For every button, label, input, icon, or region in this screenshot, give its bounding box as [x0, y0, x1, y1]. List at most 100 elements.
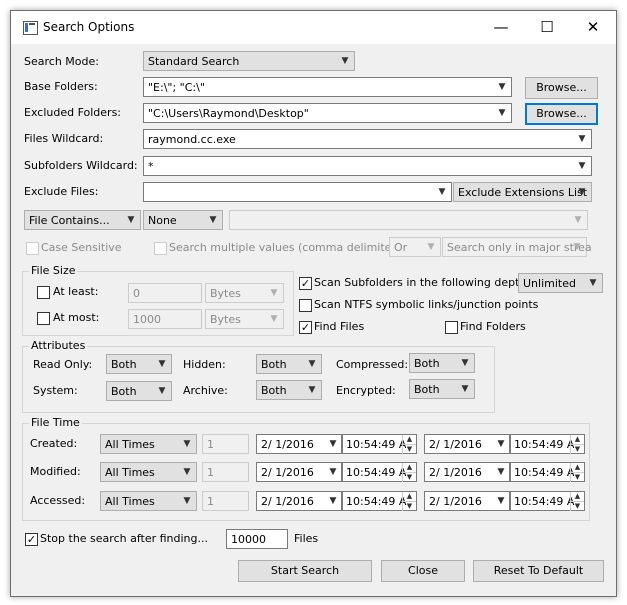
archive-label: Archive: — [183, 384, 228, 397]
scan-subfolders-checkbox[interactable]: ✓ — [299, 277, 312, 290]
multiple-values-operator-dropdown[interactable]: Or ▼ — [389, 237, 441, 257]
modified-time-to[interactable]: 10:54:49 A ▲ ▼ — [510, 462, 585, 482]
excluded-folders-combo[interactable]: "C:\Users\Raymond\Desktop" ▼ — [143, 103, 512, 123]
case-sensitive-checkbox[interactable] — [26, 242, 39, 255]
maximize-button[interactable]: ☐ — [524, 11, 570, 44]
spin-down-icon[interactable]: ▼ — [570, 472, 584, 482]
encrypted-dropdown[interactable]: Both ▼ — [409, 379, 475, 399]
compressed-value: Both — [414, 357, 440, 370]
modified-date-to[interactable]: 2/ 1/2016 ▼ — [424, 462, 510, 482]
accessed-time-to[interactable]: 10:54:49 A ▲ ▼ — [510, 491, 585, 511]
created-time-from-value: 10:54:49 A — [346, 438, 407, 451]
accessed-date-to[interactable]: 2/ 1/2016 ▼ — [424, 491, 510, 511]
multiple-values-checkbox[interactable] — [154, 242, 167, 255]
modified-time-from-value: 10:54:49 A — [346, 466, 407, 479]
at-most-input[interactable]: 1000 — [128, 309, 202, 329]
spin-up-icon[interactable]: ▲ — [402, 463, 416, 472]
contains-type-dropdown[interactable]: None ▼ — [143, 210, 223, 230]
find-files-label: Find Files — [314, 320, 365, 333]
spin-up-icon[interactable]: ▲ — [570, 435, 584, 444]
created-date-from[interactable]: 2/ 1/2016 ▼ — [256, 434, 342, 454]
created-time-to[interactable]: 10:54:49 A ▲ ▼ — [510, 434, 585, 454]
modified-mode-dropdown[interactable]: All Times ▼ — [100, 462, 197, 482]
excluded-folders-browse-button[interactable]: Browse... — [525, 103, 598, 125]
created-mode-dropdown[interactable]: All Times ▼ — [100, 434, 197, 454]
at-most-unit-dropdown[interactable]: Bytes ▼ — [205, 309, 284, 329]
exclude-extensions-value: Exclude Extensions List — [458, 186, 588, 199]
modified-date-from-value: 2/ 1/2016 — [261, 466, 314, 479]
modified-date-from[interactable]: 2/ 1/2016 ▼ — [256, 462, 342, 482]
spin-down-icon[interactable]: ▼ — [402, 444, 416, 454]
reset-to-default-button[interactable]: Reset To Default — [473, 560, 604, 582]
excluded-folders-label: Excluded Folders: — [24, 106, 122, 119]
accessed-date-to-value: 2/ 1/2016 — [429, 495, 482, 508]
chevron-down-icon: ▼ — [578, 134, 586, 144]
created-time-to-value: 10:54:49 A — [514, 438, 575, 451]
subfolders-wildcard-combo[interactable]: * ▼ — [143, 156, 592, 176]
files-wildcard-label: Files Wildcard: — [24, 132, 104, 145]
read-only-dropdown[interactable]: Both ▼ — [106, 354, 172, 374]
spin-up-icon[interactable]: ▲ — [402, 492, 416, 501]
spin-up-icon[interactable]: ▲ — [570, 492, 584, 501]
chevron-down-icon: ▼ — [461, 384, 469, 394]
chevron-down-icon: ▼ — [308, 385, 316, 395]
at-least-checkbox[interactable] — [37, 286, 50, 299]
system-dropdown[interactable]: Both ▼ — [106, 381, 172, 401]
stop-search-checkbox[interactable]: ✓ — [25, 533, 38, 546]
exclude-extensions-dropdown[interactable]: Exclude Extensions List ▼ — [453, 182, 592, 202]
scan-ntfs-checkbox[interactable] — [299, 299, 312, 312]
contains-mode-dropdown[interactable]: File Contains... ▼ — [24, 210, 141, 230]
search-mode-value: Standard Search — [148, 55, 240, 68]
scan-depth-dropdown[interactable]: Unlimited ▼ — [518, 273, 603, 293]
base-folders-browse-button[interactable]: Browse... — [525, 77, 598, 99]
hidden-dropdown[interactable]: Both ▼ — [256, 354, 322, 374]
search-scope-dropdown[interactable]: Search only in major strea ▼ — [442, 237, 592, 257]
at-most-checkbox[interactable] — [37, 312, 50, 325]
accessed-date-from[interactable]: 2/ 1/2016 ▼ — [256, 491, 342, 511]
created-date-to-value: 2/ 1/2016 — [429, 438, 482, 451]
contains-value-combo[interactable]: ▼ — [229, 210, 588, 230]
base-folders-combo[interactable]: "E:\"; "C:\" ▼ — [143, 77, 512, 97]
accessed-time-to-value: 10:54:49 A — [514, 495, 575, 508]
find-folders-checkbox[interactable] — [445, 321, 458, 334]
exclude-files-combo[interactable]: ▼ — [143, 182, 452, 202]
accessed-count-value: 1 — [207, 495, 214, 508]
modified-time-from[interactable]: 10:54:49 A ▲ ▼ — [342, 462, 417, 482]
created-date-to[interactable]: 2/ 1/2016 ▼ — [424, 434, 510, 454]
modified-count-input[interactable]: 1 — [202, 462, 249, 482]
close-window-button[interactable]: ✕ — [570, 11, 616, 44]
chevron-down-icon: ▼ — [329, 439, 337, 449]
spin-up-icon[interactable]: ▲ — [570, 463, 584, 472]
find-files-checkbox[interactable]: ✓ — [299, 321, 312, 334]
chevron-down-icon: ▼ — [209, 215, 217, 225]
accessed-time-from-value: 10:54:49 A — [346, 495, 407, 508]
compressed-dropdown[interactable]: Both ▼ — [409, 353, 475, 373]
modified-label: Modified: — [30, 465, 81, 478]
contains-type-value: None — [148, 214, 177, 227]
exclude-files-label: Exclude Files: — [24, 185, 99, 198]
close-button[interactable]: Close — [381, 560, 465, 582]
files-wildcard-combo[interactable]: raymond.cc.exe ▼ — [143, 129, 592, 149]
read-only-label: Read Only: — [33, 358, 93, 371]
spin-down-icon[interactable]: ▼ — [402, 472, 416, 482]
search-mode-dropdown[interactable]: Standard Search ▼ — [143, 51, 355, 71]
accessed-mode-dropdown[interactable]: All Times ▼ — [100, 491, 197, 511]
chevron-down-icon: ▼ — [183, 467, 191, 477]
created-time-from[interactable]: 10:54:49 A ▲ ▼ — [342, 434, 417, 454]
accessed-time-from[interactable]: 10:54:49 A ▲ ▼ — [342, 491, 417, 511]
spin-down-icon[interactable]: ▼ — [570, 501, 584, 511]
search-scope-value: Search only in major strea — [447, 241, 592, 254]
spin-down-icon[interactable]: ▼ — [570, 444, 584, 454]
stop-search-count-value: 10000 — [231, 533, 266, 546]
created-count-input[interactable]: 1 — [202, 434, 249, 454]
encrypted-value: Both — [414, 383, 440, 396]
spin-up-icon[interactable]: ▲ — [402, 435, 416, 444]
spin-down-icon[interactable]: ▼ — [402, 501, 416, 511]
stop-search-count-input[interactable]: 10000 — [226, 529, 288, 549]
archive-dropdown[interactable]: Both ▼ — [256, 380, 322, 400]
at-least-input[interactable]: 0 — [128, 283, 202, 303]
start-search-button[interactable]: Start Search — [238, 560, 372, 582]
at-least-unit-dropdown[interactable]: Bytes ▼ — [205, 283, 284, 303]
accessed-count-input[interactable]: 1 — [202, 491, 249, 511]
minimize-button[interactable]: — — [478, 11, 524, 44]
